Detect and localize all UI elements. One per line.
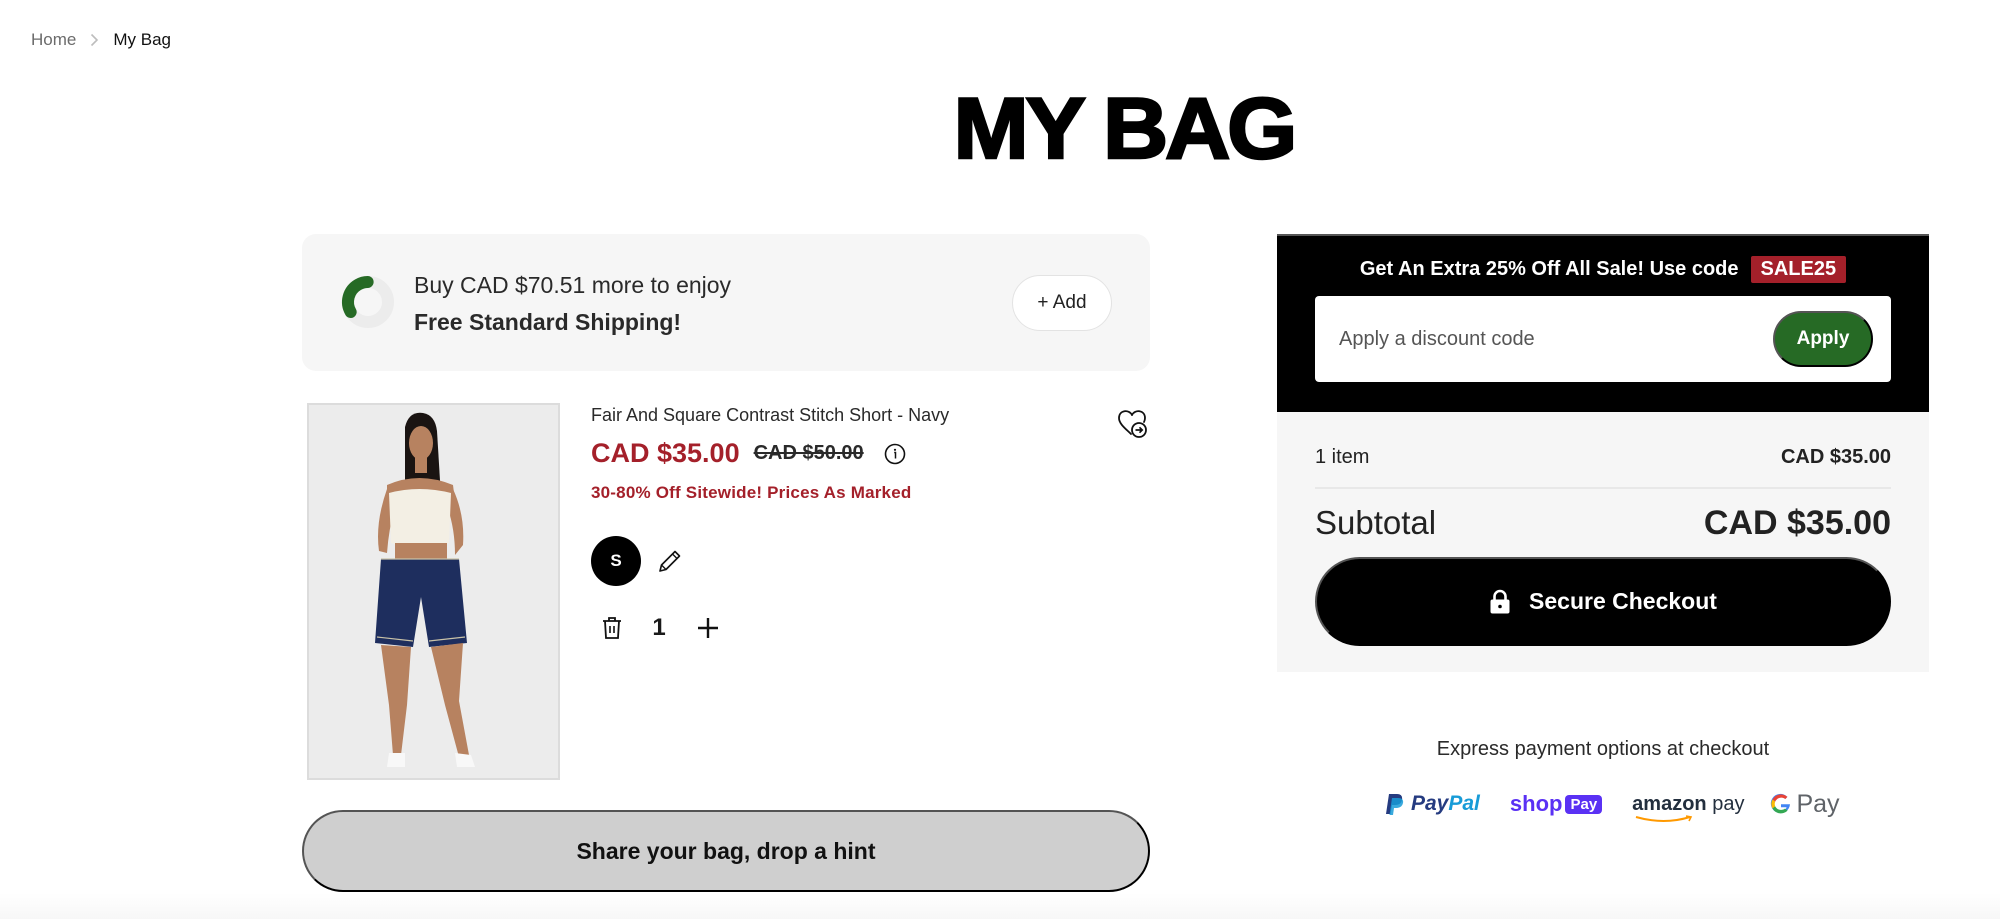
price-row: CAD $35.00 CAD $50.00	[591, 438, 1151, 469]
summary-divider	[1315, 487, 1891, 489]
chevron-right-icon	[90, 33, 99, 47]
amazonpay-pay: pay	[1706, 792, 1745, 815]
bottom-fade	[0, 893, 2000, 919]
original-price: CAD $50.00	[753, 442, 864, 464]
discount-field: Apply	[1315, 296, 1891, 382]
items-total: CAD $35.00	[1780, 446, 1891, 468]
paypal-pay: Pay	[1411, 792, 1449, 815]
lock-icon	[1489, 589, 1511, 615]
add-more-button[interactable]: + Add	[1012, 275, 1112, 331]
apply-discount-button[interactable]: Apply	[1773, 311, 1873, 367]
promo-headline: Get An Extra 25% Off All Sale! Use code S…	[1277, 256, 1929, 283]
size-row: S	[591, 536, 685, 586]
gpay-pay: Pay	[1796, 789, 1840, 818]
pencil-icon[interactable]	[655, 546, 685, 576]
shipping-message: Buy CAD $70.51 more to enjoy Free Standa…	[414, 268, 731, 342]
sale-price: CAD $35.00	[591, 438, 740, 468]
express-payment-logos: Pay Pal shop Pay amazon pay Pay	[1385, 787, 1840, 822]
product-image[interactable]	[307, 403, 560, 780]
cart-item-details: Fair And Square Contrast Stitch Short - …	[591, 400, 1151, 503]
plus-icon[interactable]	[696, 616, 720, 640]
item-count: 1 item	[1315, 446, 1370, 468]
page-title: MY BAG	[952, 81, 1298, 177]
breadcrumb-current: My Bag	[113, 30, 171, 49]
shipping-progress-ring	[342, 276, 395, 328]
discount-code-input[interactable]	[1339, 318, 1749, 360]
breadcrumb: Home My Bag	[31, 30, 171, 50]
sitewide-promo-text: 30-80% Off Sitewide! Prices As Marked	[591, 483, 912, 502]
trash-icon[interactable]	[600, 615, 624, 641]
product-name-link[interactable]: Fair And Square Contrast Stitch Short - …	[591, 400, 1151, 430]
subtotal-value: CAD $35.00	[1703, 503, 1891, 542]
express-payment-label: Express payment options at checkout	[1436, 738, 1770, 760]
google-g-icon	[1771, 793, 1791, 814]
gpay-logo: Pay	[1770, 789, 1840, 819]
share-bag-button[interactable]: Share your bag, drop a hint	[302, 810, 1150, 892]
subtotal-row: Subtotal CAD $35.00	[1315, 498, 1891, 548]
size-badge: S	[591, 536, 641, 586]
shipping-remaining-text: Buy CAD $70.51 more to enjoy	[414, 272, 732, 298]
checkout-label: Secure Checkout	[1529, 588, 1717, 614]
shoppay-logo: shop Pay	[1509, 791, 1603, 817]
paypal-icon	[1386, 794, 1404, 815]
shoppay-shop: shop	[1509, 791, 1563, 816]
quantity-value: 1	[652, 614, 666, 641]
move-to-wishlist-icon[interactable]	[1114, 406, 1150, 442]
discount-promo-panel: Get An Extra 25% Off All Sale! Use code S…	[1277, 234, 1929, 412]
free-shipping-banner: Buy CAD $70.51 more to enjoy Free Standa…	[302, 234, 1150, 371]
order-summary: 1 item CAD $35.00 Subtotal CAD $35.00 Se…	[1277, 412, 1929, 672]
shoppay-pay: Pay	[1565, 794, 1603, 814]
secure-checkout-button[interactable]: Secure Checkout	[1315, 557, 1891, 646]
promo-code-badge: SALE25	[1750, 256, 1847, 283]
promo-headline-text: Get An Extra 25% Off All Sale! Use code	[1359, 258, 1739, 280]
info-icon[interactable]	[884, 443, 906, 465]
subtotal-label: Subtotal	[1315, 504, 1437, 541]
paypal-pal: Pal	[1448, 792, 1480, 815]
amazonpay-amazon: amazon	[1632, 792, 1707, 815]
paypal-logo: Pay Pal	[1385, 792, 1480, 816]
quantity-stepper: 1	[600, 614, 720, 642]
breadcrumb-home-link[interactable]: Home	[31, 30, 76, 50]
amazon-smile-icon	[1635, 814, 1693, 822]
items-row: 1 item CAD $35.00	[1315, 446, 1891, 469]
amazonpay-logo: amazon pay	[1632, 792, 1745, 822]
shipping-reward-text: Free Standard Shipping!	[414, 309, 682, 335]
